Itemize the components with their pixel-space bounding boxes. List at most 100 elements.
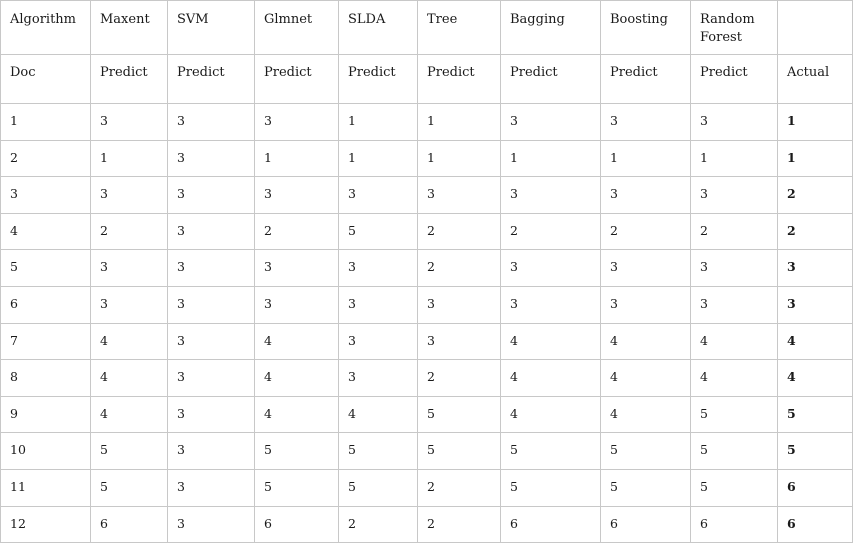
cell-slda: 3 xyxy=(338,322,418,361)
cell-glmnet: 6 xyxy=(254,505,339,544)
cell-doc: 7 xyxy=(0,322,91,361)
cell-maxent: 5 xyxy=(90,468,168,507)
table-row: 8434324444 xyxy=(0,359,853,397)
algorithm-header-row: Algorithm Maxent SVM Glmnet SLDA Tree Ba… xyxy=(0,0,853,55)
cell-bagging: 3 xyxy=(500,103,601,141)
cell-slda: 2 xyxy=(338,505,418,544)
subheader-cell-predict: Predict xyxy=(690,54,778,104)
cell-actual: 3 xyxy=(777,249,853,287)
cell-actual: 4 xyxy=(777,322,853,361)
cell-slda: 4 xyxy=(338,395,418,434)
cell-tree: 3 xyxy=(417,176,501,214)
cell-slda: 3 xyxy=(338,359,418,397)
subheader-cell-predict: Predict xyxy=(90,54,168,104)
cell-maxent: 4 xyxy=(90,322,168,361)
cell-random-forest: 5 xyxy=(690,395,778,434)
table-row: 9434454455 xyxy=(0,395,853,434)
cell-svm: 3 xyxy=(167,505,255,544)
cell-boosting: 3 xyxy=(600,285,691,324)
cell-slda: 5 xyxy=(338,468,418,507)
cell-random-forest: 1 xyxy=(690,139,778,178)
cell-random-forest: 3 xyxy=(690,285,778,324)
cell-bagging: 3 xyxy=(500,176,601,214)
cell-random-forest: 3 xyxy=(690,176,778,214)
table-row: 10 5 3 5 5 5 5 5 5 5 xyxy=(0,432,853,470)
header-cell-boosting: Boosting xyxy=(600,0,691,55)
cell-boosting: 5 xyxy=(600,468,691,507)
table-row: 5333323333 xyxy=(0,249,853,287)
cell-tree: 1 xyxy=(417,139,501,178)
cell-slda: 3 xyxy=(338,176,418,214)
table-row: 7434334444 xyxy=(0,322,853,361)
cell-maxent: 3 xyxy=(90,285,168,324)
cell-doc: 11 xyxy=(0,468,91,507)
cell-glmnet: 4 xyxy=(254,322,339,361)
cell-boosting: 3 xyxy=(600,249,691,287)
cell-tree: 2 xyxy=(417,468,501,507)
cell-glmnet: 3 xyxy=(254,285,339,324)
header-cell-maxent: Maxent xyxy=(90,0,168,55)
cell-doc: 3 xyxy=(0,176,91,214)
cell-maxent: 2 xyxy=(90,212,168,251)
cell-tree: 3 xyxy=(417,322,501,361)
cell-bagging: 6 xyxy=(500,505,601,544)
cell-bagging: 2 xyxy=(500,212,601,251)
header-cell-tree: Tree xyxy=(417,0,501,55)
cell-glmnet: 4 xyxy=(254,395,339,434)
cell-maxent: 3 xyxy=(90,103,168,141)
cell-boosting: 4 xyxy=(600,322,691,361)
subheader-row: Doc Predict Predict Predict Predict Pred… xyxy=(0,54,853,104)
cell-maxent: 1 xyxy=(90,139,168,178)
header-cell-slda: SLDA xyxy=(338,0,418,55)
cell-svm: 3 xyxy=(167,212,255,251)
cell-glmnet: 3 xyxy=(254,176,339,214)
cell-maxent: 3 xyxy=(90,249,168,287)
cell-slda: 1 xyxy=(338,103,418,141)
cell-glmnet: 2 xyxy=(254,212,339,251)
cell-doc: 8 xyxy=(0,359,91,397)
table-row: 12 6 3 6 2 2 6 6 6 6 xyxy=(0,505,853,544)
subheader-cell-doc: Doc xyxy=(0,54,91,104)
cell-svm: 3 xyxy=(167,468,255,507)
cell-random-forest: 3 xyxy=(690,249,778,287)
cell-svm: 3 xyxy=(167,176,255,214)
cell-actual: 5 xyxy=(777,395,853,434)
cell-svm: 3 xyxy=(167,249,255,287)
table-row: 2131111111 xyxy=(0,139,853,178)
header-cell-empty xyxy=(777,0,853,55)
subheader-cell-predict: Predict xyxy=(254,54,339,104)
cell-bagging: 4 xyxy=(500,359,601,397)
cell-actual: 1 xyxy=(777,139,853,178)
table-row: 11 5 3 5 5 2 5 5 5 6 xyxy=(0,468,853,507)
cell-svm: 3 xyxy=(167,359,255,397)
cell-boosting: 3 xyxy=(600,103,691,141)
cell-random-forest: 3 xyxy=(690,103,778,141)
cell-glmnet: 5 xyxy=(254,432,339,470)
cell-svm: 3 xyxy=(167,103,255,141)
cell-tree: 2 xyxy=(417,359,501,397)
cell-tree: 2 xyxy=(417,249,501,287)
cell-actual: 4 xyxy=(777,359,853,397)
cell-random-forest: 4 xyxy=(690,322,778,361)
cell-actual: 6 xyxy=(777,505,853,544)
table-row: 3333333332 xyxy=(0,176,853,214)
cell-glmnet: 3 xyxy=(254,249,339,287)
cell-actual: 2 xyxy=(777,212,853,251)
cell-actual: 5 xyxy=(777,432,853,470)
cell-actual: 3 xyxy=(777,285,853,324)
cell-tree: 5 xyxy=(417,395,501,434)
cell-random-forest: 5 xyxy=(690,468,778,507)
cell-boosting: 3 xyxy=(600,176,691,214)
table-row: 4232522222 xyxy=(0,212,853,251)
cell-random-forest: 2 xyxy=(690,212,778,251)
header-cell-bagging: Bagging xyxy=(500,0,601,55)
cell-bagging: 3 xyxy=(500,249,601,287)
cell-maxent: 6 xyxy=(90,505,168,544)
cell-doc: 6 xyxy=(0,285,91,324)
cell-doc: 4 xyxy=(0,212,91,251)
cell-random-forest: 6 xyxy=(690,505,778,544)
cell-slda: 5 xyxy=(338,212,418,251)
cell-svm: 3 xyxy=(167,322,255,361)
cell-actual: 2 xyxy=(777,176,853,214)
cell-slda: 1 xyxy=(338,139,418,178)
